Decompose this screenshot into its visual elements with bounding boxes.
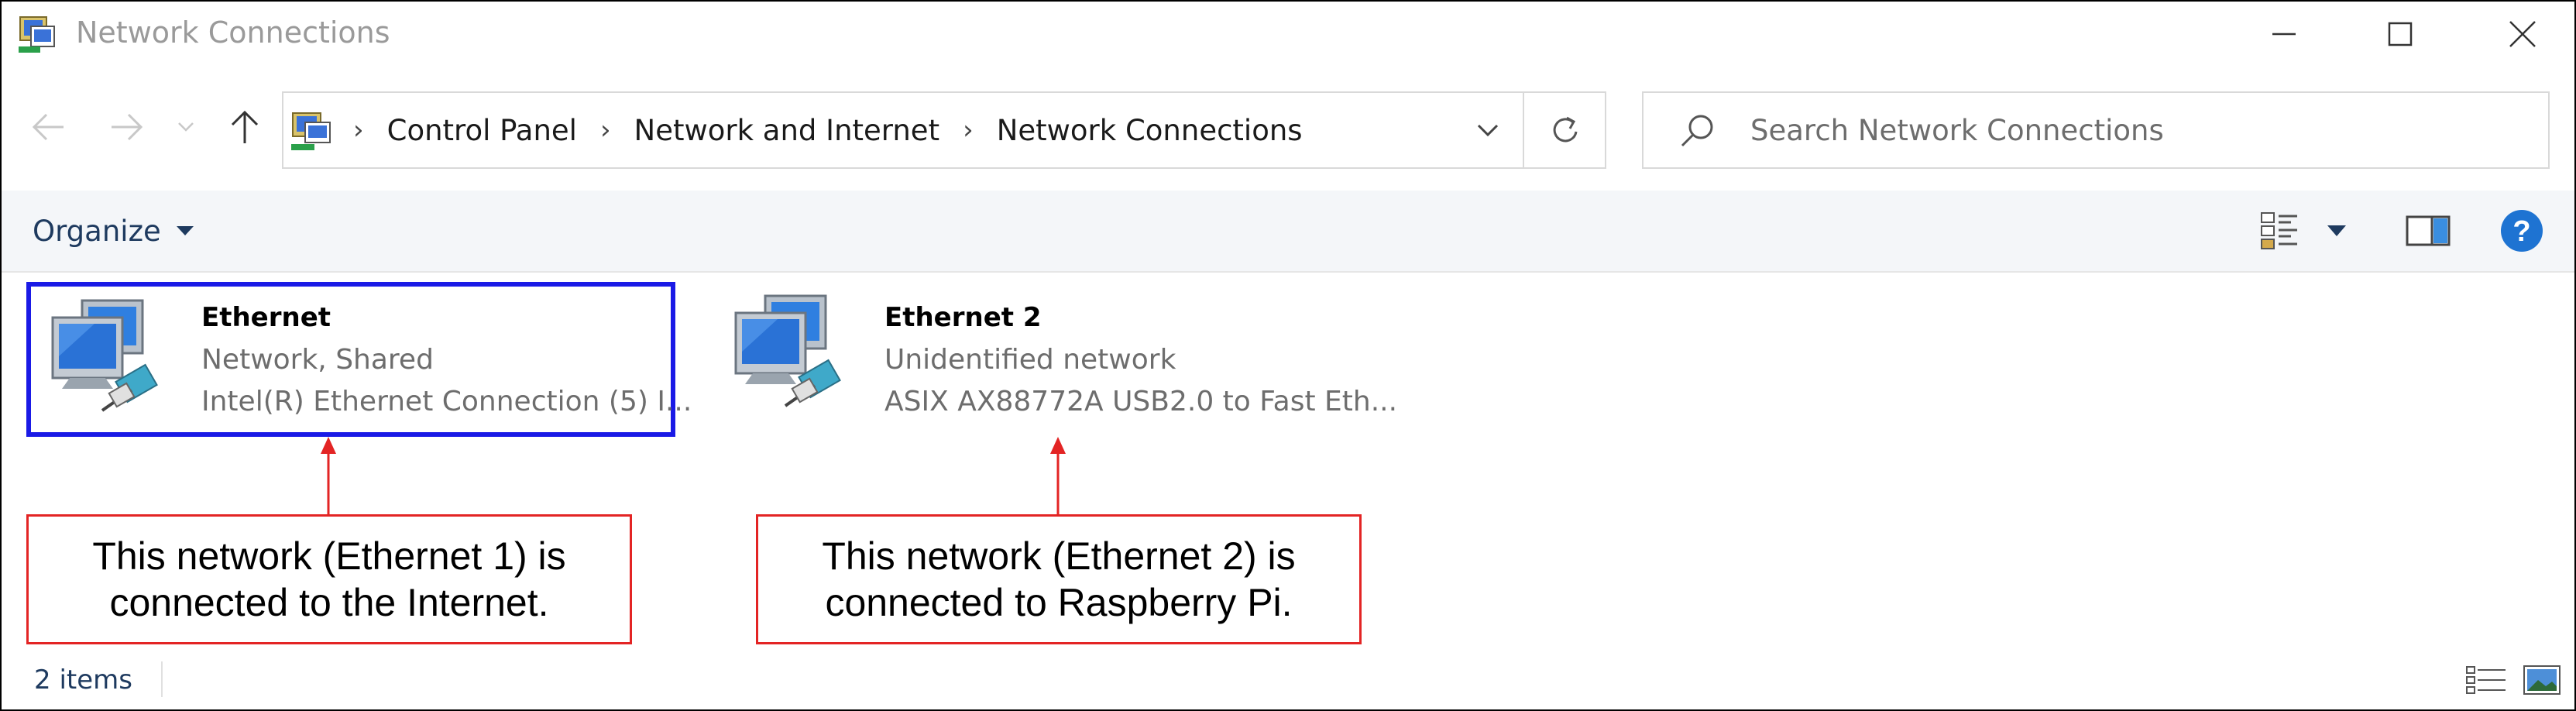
details-view-button[interactable] xyxy=(2463,661,2509,699)
breadcrumb-separator[interactable]: › xyxy=(353,115,364,146)
breadcrumb-control-panel[interactable]: Control Panel xyxy=(387,114,577,147)
organize-button[interactable]: Organize xyxy=(33,209,195,252)
maximize-button[interactable] xyxy=(2373,12,2427,56)
search-icon xyxy=(1676,110,1719,153)
network-connections-icon xyxy=(17,12,60,56)
refresh-icon xyxy=(1553,116,1578,143)
arrow-up-icon xyxy=(231,110,259,143)
maximize-icon xyxy=(2388,22,2413,46)
details-view-icon xyxy=(2466,666,2506,694)
network-adapter-icon xyxy=(731,290,855,421)
breadcrumb: › Control Panel › Network and Internet ›… xyxy=(353,93,1303,167)
breadcrumb-separator[interactable]: › xyxy=(963,115,974,146)
window-title: Network Connections xyxy=(76,15,390,50)
annotation-text: This network (Ethernet 2) is connected t… xyxy=(822,534,1296,624)
arrow-left-icon xyxy=(32,113,64,141)
breadcrumb-network-connections[interactable]: Network Connections xyxy=(997,114,1303,147)
view-options-dropdown[interactable] xyxy=(2317,208,2356,254)
change-view-button[interactable] xyxy=(2257,208,2303,254)
connection-status: Network, Shared xyxy=(201,344,434,376)
help-icon: ? xyxy=(2501,210,2543,252)
control-panel-icon xyxy=(290,107,336,153)
search-box[interactable] xyxy=(1642,91,2550,169)
connection-item-ethernet-2[interactable]: Ethernet 2 Unidentified network ASIX AX8… xyxy=(714,282,1411,437)
annotation-text: This network (Ethernet 1) is connected t… xyxy=(92,534,566,624)
minimize-button[interactable] xyxy=(2257,12,2311,56)
minimize-icon xyxy=(2272,33,2296,36)
search-input[interactable] xyxy=(1750,108,2525,152)
connection-name: Ethernet xyxy=(201,302,331,333)
svg-text:?: ? xyxy=(2512,215,2530,248)
annotation-arrow xyxy=(321,437,336,519)
recent-locations-button[interactable] xyxy=(170,105,201,149)
connection-name: Ethernet 2 xyxy=(884,302,1042,333)
organize-label: Organize xyxy=(33,214,161,248)
connection-item-ethernet[interactable]: Ethernet Network, Shared Intel(R) Ethern… xyxy=(26,282,692,437)
breadcrumb-network-and-internet[interactable]: Network and Internet xyxy=(634,114,940,147)
preview-pane-icon xyxy=(2406,215,2451,246)
status-bar: 2 items xyxy=(2,651,2574,709)
chevron-down-icon xyxy=(1477,124,1499,137)
title-bar[interactable]: Network Connections xyxy=(2,2,2574,70)
annotation-callout-ethernet-2: This network (Ethernet 2) is connected t… xyxy=(756,514,1362,644)
connection-device: Intel(R) Ethernet Connection (5) I... xyxy=(201,386,692,417)
up-button[interactable] xyxy=(222,105,268,149)
breadcrumb-separator[interactable]: › xyxy=(600,115,611,146)
large-icons-view-button[interactable] xyxy=(2519,661,2565,699)
navigation-row: › Control Panel › Network and Internet ›… xyxy=(2,84,2574,169)
address-bar[interactable]: › Control Panel › Network and Internet ›… xyxy=(282,91,1606,169)
refresh-button[interactable] xyxy=(1523,93,1606,167)
arrow-right-icon xyxy=(112,113,143,141)
view-options-icon xyxy=(2261,212,2297,249)
forward-button[interactable] xyxy=(104,105,150,149)
annotation-arrow xyxy=(1050,437,1066,519)
annotation-callout-ethernet-1: This network (Ethernet 1) is connected t… xyxy=(26,514,632,644)
chevron-down-icon xyxy=(178,122,194,132)
large-icons-view-icon xyxy=(2523,665,2561,695)
file-list: Ethernet Network, Shared Intel(R) Ethern… xyxy=(2,273,2574,644)
help-button[interactable]: ? xyxy=(2497,208,2547,254)
item-count: 2 items xyxy=(34,665,132,696)
close-icon xyxy=(2509,21,2536,47)
connection-status: Unidentified network xyxy=(884,344,1176,376)
close-button[interactable] xyxy=(2495,12,2550,56)
status-divider xyxy=(161,661,163,697)
network-connections-window: Network Connections › Control Panel › Ne… xyxy=(0,0,2576,711)
connection-device: ASIX AX88772A USB2.0 to Fast Eth... xyxy=(884,386,1398,417)
caret-down-icon xyxy=(2327,225,2346,236)
caret-down-icon xyxy=(176,226,194,235)
address-history-dropdown[interactable] xyxy=(1453,93,1523,167)
back-button[interactable] xyxy=(25,105,71,149)
network-adapter-icon xyxy=(48,294,172,426)
preview-pane-button[interactable] xyxy=(2401,208,2455,254)
command-bar: Organize ? xyxy=(2,191,2574,273)
